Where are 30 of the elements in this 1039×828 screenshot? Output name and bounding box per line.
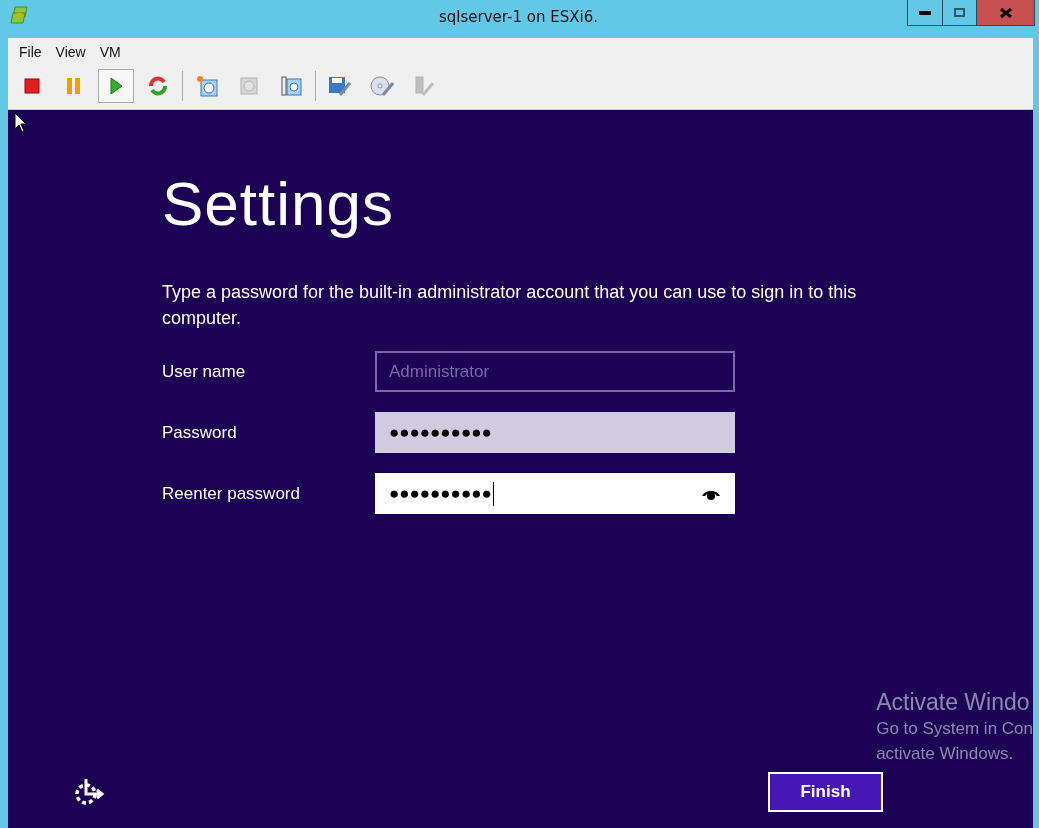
disc-wrench-icon xyxy=(370,74,394,97)
stop-icon xyxy=(24,77,40,94)
toolbar-button[interactable] xyxy=(98,68,134,103)
minimize-icon xyxy=(919,10,931,15)
password-field[interactable]: ●●●●●●●●●● xyxy=(375,412,735,453)
play-icon xyxy=(109,76,123,95)
close-button[interactable] xyxy=(976,0,1034,25)
activation-notice-text: Activate Windo xyxy=(876,688,1031,716)
floppy-wrench-icon xyxy=(328,74,352,97)
pause-icon xyxy=(66,76,82,95)
menu-item[interactable]: File xyxy=(19,44,42,64)
page-heading: Settings xyxy=(162,168,395,239)
finish-button[interactable]: Finish xyxy=(768,772,883,812)
activation-notice-text: activate Windows. xyxy=(876,743,1015,765)
activation-notice-text: Go to System in Con xyxy=(876,718,1033,740)
maximize-icon xyxy=(954,8,965,17)
window-title: sqlserver-1 on ESXi6. xyxy=(438,8,599,26)
mouse-pointer-icon xyxy=(14,112,28,134)
password-field[interactable]: ●●●●●●●●●● xyxy=(375,473,735,514)
field-label: Reenter password xyxy=(162,483,301,504)
description-text: Type a password for the built-in administrator account that you can use to sign in to this computer. xyxy=(162,281,858,330)
field-label: User name xyxy=(162,361,247,382)
username-field: Administrator xyxy=(375,351,735,392)
close-icon xyxy=(999,7,1012,18)
app-icon xyxy=(10,6,30,24)
menu-item[interactable]: View xyxy=(55,44,86,64)
menu-item[interactable]: VM xyxy=(99,44,121,64)
accessibility-icon[interactable] xyxy=(72,777,106,807)
field-label: Password xyxy=(162,422,238,443)
refresh-icon xyxy=(147,74,169,97)
